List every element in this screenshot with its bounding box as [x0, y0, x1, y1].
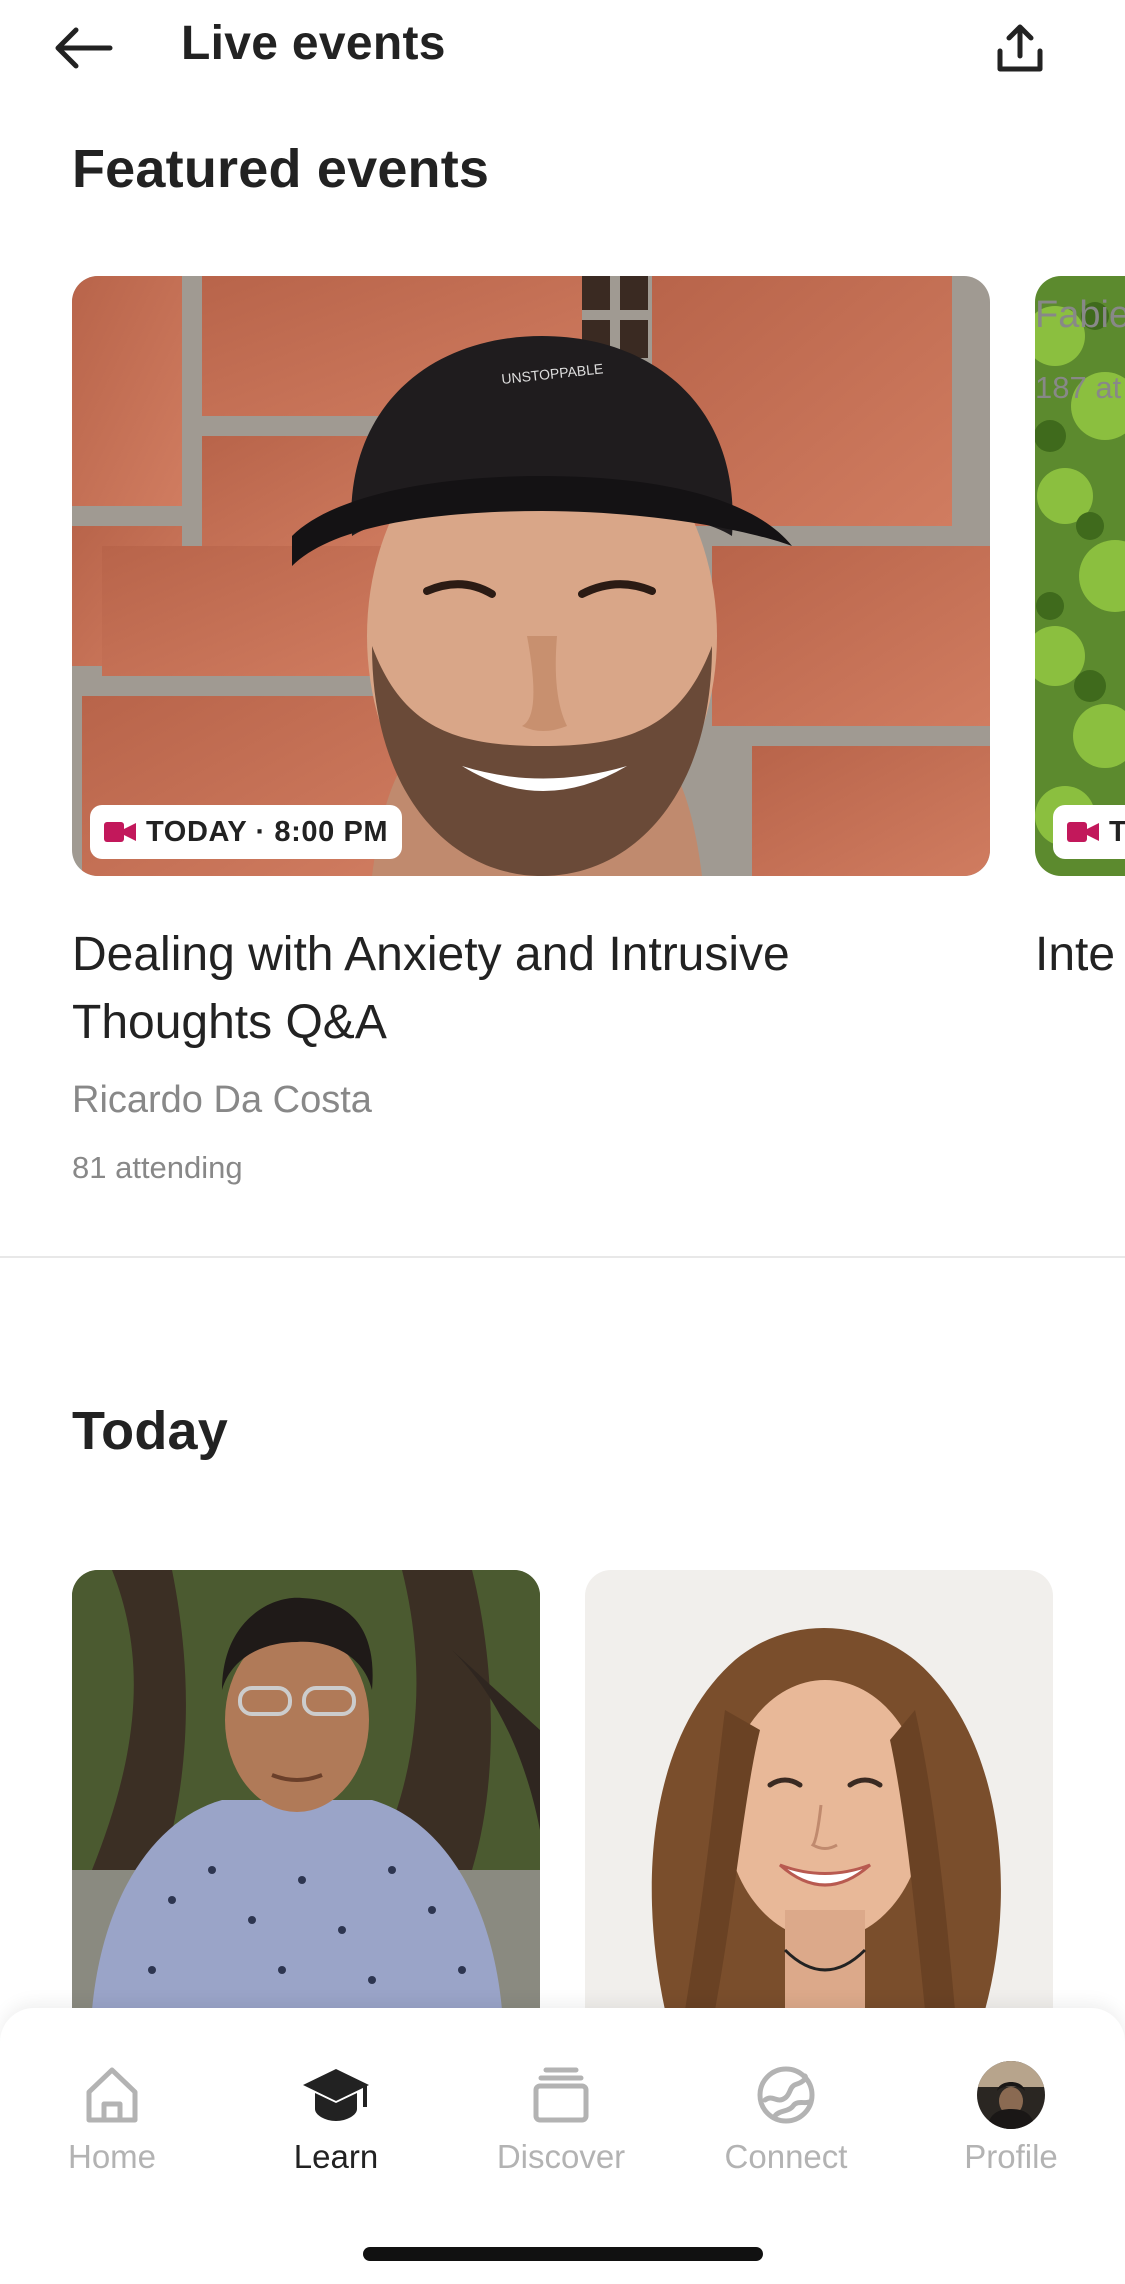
featured-event-card[interactable]: UNSTOPPABLE TODAY · 8:00 PM Dealing with… — [72, 276, 992, 1206]
event-time-badge: TODAY · 8:00 PM — [90, 805, 403, 859]
event-photo — [1035, 276, 1125, 876]
today-heading: Today — [72, 1401, 229, 1461]
graduation-cap-icon — [303, 2069, 369, 2121]
event-photo — [585, 1570, 1053, 2010]
event-title: Inte — [1035, 928, 1116, 981]
section-divider — [0, 1256, 1125, 1258]
bottom-tab-bar: Home Learn Discover Connect Profile — [0, 2008, 1125, 2284]
featured-event-card[interactable]: T Inte Fabie 187 at — [1035, 276, 1125, 1206]
tab-discover[interactable]: Discover — [481, 2060, 641, 2190]
tab-label: Discover — [496, 2138, 626, 2175]
event-photo — [72, 1570, 540, 2010]
tab-label: Learn — [293, 2138, 379, 2175]
event-attending-count: 187 at — [1035, 370, 1122, 405]
back-arrow-icon — [55, 27, 113, 69]
tab-label: Home — [67, 2138, 157, 2175]
tab-profile[interactable]: Profile — [931, 2060, 1091, 2190]
video-camera-icon — [1067, 822, 1099, 842]
event-time-label: TODAY · 8:00 PM — [146, 815, 389, 848]
tab-connect[interactable]: Connect — [706, 2060, 866, 2190]
tab-learn[interactable]: Learn — [256, 2060, 416, 2190]
event-attending-count: 81 attending — [72, 1150, 243, 1185]
event-host: Ricardo Da Costa — [72, 1079, 372, 1121]
header: Live events — [0, 0, 1125, 110]
home-indicator — [363, 2247, 763, 2261]
today-event-card[interactable] — [72, 1570, 540, 2010]
stack-icon — [533, 2067, 589, 2123]
share-button[interactable] — [985, 14, 1055, 84]
page-title: Live events — [181, 17, 446, 70]
event-time-label: T — [1109, 815, 1125, 848]
tab-label: Profile — [964, 2138, 1058, 2175]
video-camera-icon — [104, 822, 136, 842]
back-button[interactable] — [52, 18, 128, 78]
event-title: Dealing with Anxiety and Intrusive Thoug… — [72, 928, 790, 1049]
tab-label: Connect — [724, 2138, 848, 2175]
avatar — [977, 2061, 1045, 2129]
event-time-badge: T — [1053, 805, 1125, 859]
globe-icon — [757, 2066, 815, 2124]
event-host: Fabie — [1035, 294, 1125, 336]
event-photo: UNSTOPPABLE — [72, 276, 990, 876]
featured-events-heading: Featured events — [72, 139, 490, 199]
live-events-screen: Live events Featured events UNSTOPPABLE … — [0, 0, 1125, 2284]
today-event-card[interactable] — [585, 1570, 1053, 2010]
share-icon — [997, 24, 1043, 72]
home-icon — [86, 2067, 138, 2123]
tab-home[interactable]: Home — [32, 2060, 192, 2190]
